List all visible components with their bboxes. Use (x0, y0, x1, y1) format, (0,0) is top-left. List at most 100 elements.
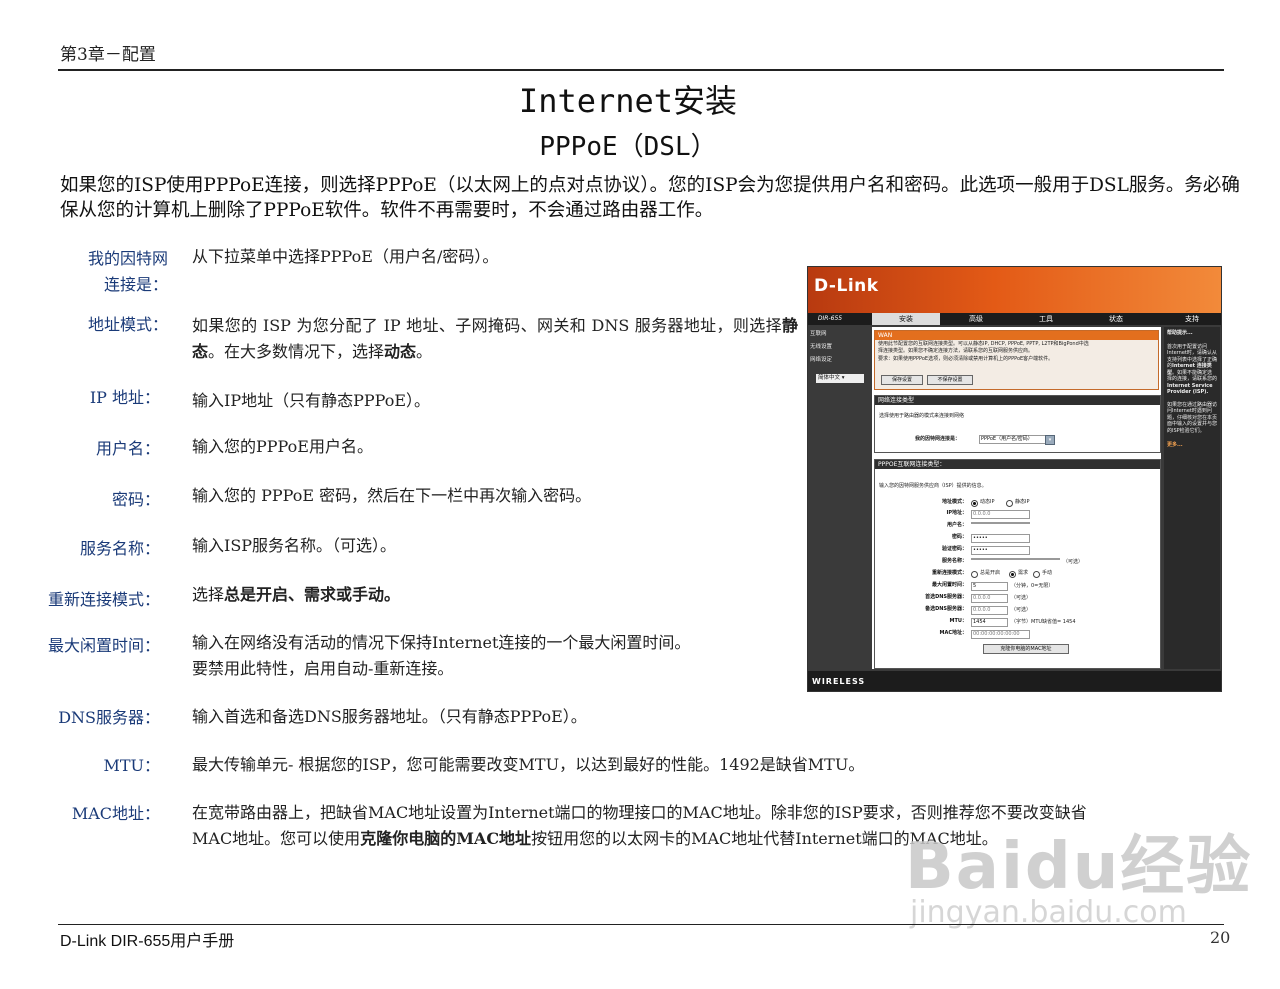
term-address-mode: 地址模式： (87, 315, 168, 334)
connection-type-section: 网络连接类型 选择使用于路由器的模式来连接到网络 我的因特网连接是： PPPoE… (874, 395, 1161, 453)
wan-title: WAN (875, 331, 1158, 340)
dont-save-button[interactable]: 不保存设置 (927, 375, 973, 385)
secondary-dns-input[interactable]: 0.0.0.0 (971, 606, 1008, 615)
service-optional: （可选） (1063, 559, 1084, 565)
radio-dynamic-ip[interactable] (971, 500, 978, 507)
desc-idle-line2: 要禁用此特性，启用自动-重新连接。 (192, 659, 454, 678)
label-secondary-dns: 备选DNS服务器： (925, 606, 967, 612)
router-tab-setup[interactable]: 安装 (872, 313, 940, 325)
pppoe-prompt: 输入您的因特网服务供应商（ISP）提供的信息。 (879, 483, 987, 489)
chapter-header: 第3章－配置 (60, 45, 156, 65)
idle-time-input[interactable]: 5 (971, 582, 1008, 591)
hints-text-3: 。如果不能确定选择的连接，请联系您的 (1167, 369, 1218, 383)
label-service-name: 服务名称： (941, 558, 967, 564)
wan-section: WAN 使用此节配置您的互联网连接类型。可以从静态IP, DHCP, PPPoE… (874, 330, 1159, 390)
router-main-content: WAN 使用此节配置您的互联网连接类型。可以从静态IP, DHCP, PPPoE… (872, 327, 1161, 669)
router-footer: WIRELESS (808, 671, 1221, 691)
wireless-footer-text: WIRELESS (812, 677, 866, 686)
sidebar-item-internet[interactable]: 互联网 (810, 329, 865, 337)
save-settings-button[interactable]: 保存设置 (881, 375, 923, 385)
mtu-unit: （字节）MTU缺省值= 1454 (1011, 619, 1076, 625)
label-mtu: MTU： (949, 618, 967, 624)
page-title: Internet安装 (518, 82, 738, 120)
router-tab-advanced[interactable]: 高级 (942, 313, 1010, 325)
router-tab-status[interactable]: 状态 (1082, 313, 1150, 325)
footer-divider (58, 924, 1224, 925)
wan-description: 使用此节配置您的互联网连接类型。可以从静态IP, DHCP, PPPoE, PP… (875, 340, 1158, 364)
router-tab-tools[interactable]: 工具 (1012, 313, 1080, 325)
desc-dns: 输入首选和备选DNS服务器地址。（只有静态PPPoE）。 (192, 707, 587, 726)
language-select[interactable]: 简体中文 ▾ (816, 374, 864, 383)
intro-paragraph: 如果您的ISP使用PPPoE连接，则选择PPPoE（以太网上的点对点协议）。您的… (60, 175, 1240, 221)
mtu-input[interactable]: 1454 (971, 618, 1008, 627)
router-tab-support[interactable]: 支持 (1164, 313, 1220, 325)
desc-address-mode-a: 如果您的 ISP 为您分配了 IP 地址、子网掩码、网关和 DNS 服务器地址，… (192, 316, 782, 335)
mac-address-input[interactable]: 00:00:00:00:00:00 (971, 630, 1030, 639)
radio-static-ip[interactable] (1006, 500, 1013, 507)
term-idle-time: 最大闲置时间： (47, 636, 160, 655)
desc-mac-2a: MAC地址。您可以使用 (192, 829, 361, 848)
password-input[interactable]: ••••• (971, 534, 1030, 543)
header-divider (58, 69, 1224, 71)
desc-mtu: 最大传输单元- 根据您的ISP，您可能需要改变MTU，以达到最好的性能。1492… (192, 755, 865, 774)
label-primary-dns: 首选DNS服务器： (925, 594, 967, 600)
desc-address-mode-e: 。 (416, 342, 433, 361)
hints-more-link[interactable]: 更多... (1164, 434, 1220, 449)
term-username: 用户名： (95, 439, 160, 458)
term-reconnect-mode: 重新连接模式： (47, 590, 160, 609)
label-mac: MAC地址： (939, 630, 967, 636)
connection-type-title: 网络连接类型 (875, 396, 1160, 405)
dns1-optional: （可选） (1011, 595, 1032, 601)
desc-mac-clone: 克隆你电脑的MAC地址 (360, 829, 532, 848)
router-screenshot: D-Link DIR-655 安装 高级 工具 状态 支持 互联网 无线设置 网… (807, 266, 1222, 692)
label-ip: IP地址： (946, 510, 967, 516)
sidebar-item-wireless[interactable]: 无线设置 (810, 342, 865, 350)
desc-username: 输入您的PPPoE用户名。 (192, 437, 373, 456)
pppoe-title: PPPOE互联网连接类型： (875, 460, 1160, 469)
verify-password-input[interactable]: ••••• (971, 546, 1030, 555)
clone-mac-button[interactable]: 克隆你电脑的MAC地址 (983, 644, 1069, 654)
hints-body-2: 如果您在通过路由器访问Internet时遇到问题，仔细核对您在本页面中输入的设置… (1167, 401, 1218, 434)
label-username: 用户名： (946, 522, 967, 528)
chevron-down-icon[interactable]: ▾ (1045, 435, 1055, 445)
connection-type-prompt: 选择使用于路由器的模式来连接到网络 (879, 413, 965, 419)
radio-manual[interactable] (1033, 571, 1040, 578)
label-idle-time: 最大闲置时间： (931, 582, 967, 588)
baidu-watermark: Baidu经验 (905, 830, 1253, 904)
desc-service-name: 输入ISP服务名称。（可选）。 (192, 536, 397, 555)
term-connection: 我的因特网 连接是： (48, 246, 168, 298)
desc-idle-line1: 输入在网络没有活动的情况下保持Internet连接的一个最大闲置时间。 (192, 633, 691, 652)
term-dns: DNS服务器： (58, 708, 160, 727)
term-password: 密码： (111, 490, 160, 509)
primary-dns-input[interactable]: 0.0.0.0 (971, 594, 1008, 603)
radio-manual-label: 手动 (1042, 570, 1053, 576)
label-verify-password: 验证密码： (941, 546, 967, 552)
ip-address-input[interactable]: 0.0.0.0 (971, 510, 1030, 519)
hints-body-1: 首次用于配置访问Internet时，请确认从支持列表中选择了正确的Interne… (1164, 340, 1220, 396)
page-number: 20 (1210, 928, 1231, 947)
term-service-name: 服务名称： (79, 539, 160, 558)
sidebar-item-network[interactable]: 网络设定 (810, 355, 865, 363)
connection-type-select[interactable]: PPPoE（用户名/密码） (979, 435, 1046, 444)
radio-always-label: 总是开启 (980, 570, 1001, 576)
term-ip: IP 地址： (89, 388, 160, 407)
radio-static-label: 静态IP (1015, 499, 1030, 505)
desc-address-mode-c: 。在大多数情况下，选择 (208, 342, 385, 361)
desc-address-mode-dynamic: 动态 (384, 342, 417, 361)
desc-password: 输入您的 PPPoE 密码，然后在下一栏中再次输入密码。 (192, 486, 592, 505)
desc-address-mode: 如果您的 ISP 为您分配了 IP 地址、子网掩码、网关和 DNS 服务器地址，… (192, 313, 798, 365)
term-mtu: MTU： (103, 756, 160, 775)
desc-reconnect-a: 选择 (192, 585, 225, 604)
wan-text-3: 要求：如果使用PPPoE选项，则必须清除或禁用计算机上的PPPoE客户端软件。 (878, 356, 1054, 362)
label-reconnect-mode: 重新连接模式： (931, 570, 967, 576)
radio-dynamic-label: 动态IP (980, 499, 995, 505)
manual-title: D-Link DIR-655用户手册 (60, 933, 235, 950)
connection-type-label: 我的因特网连接是： (915, 436, 961, 442)
helpful-hints-panel: 帮助提示... 首次用于配置访问Internet时，请确认从支持列表中选择了正确… (1164, 327, 1220, 669)
radio-always-on[interactable] (971, 571, 978, 578)
username-input[interactable] (971, 522, 1030, 524)
service-name-input[interactable] (971, 558, 1060, 560)
radio-on-demand[interactable] (1009, 571, 1016, 578)
router-tab-bar: DIR-655 安装 高级 工具 状态 支持 (808, 313, 1221, 325)
router-model: DIR-655 (817, 315, 843, 322)
